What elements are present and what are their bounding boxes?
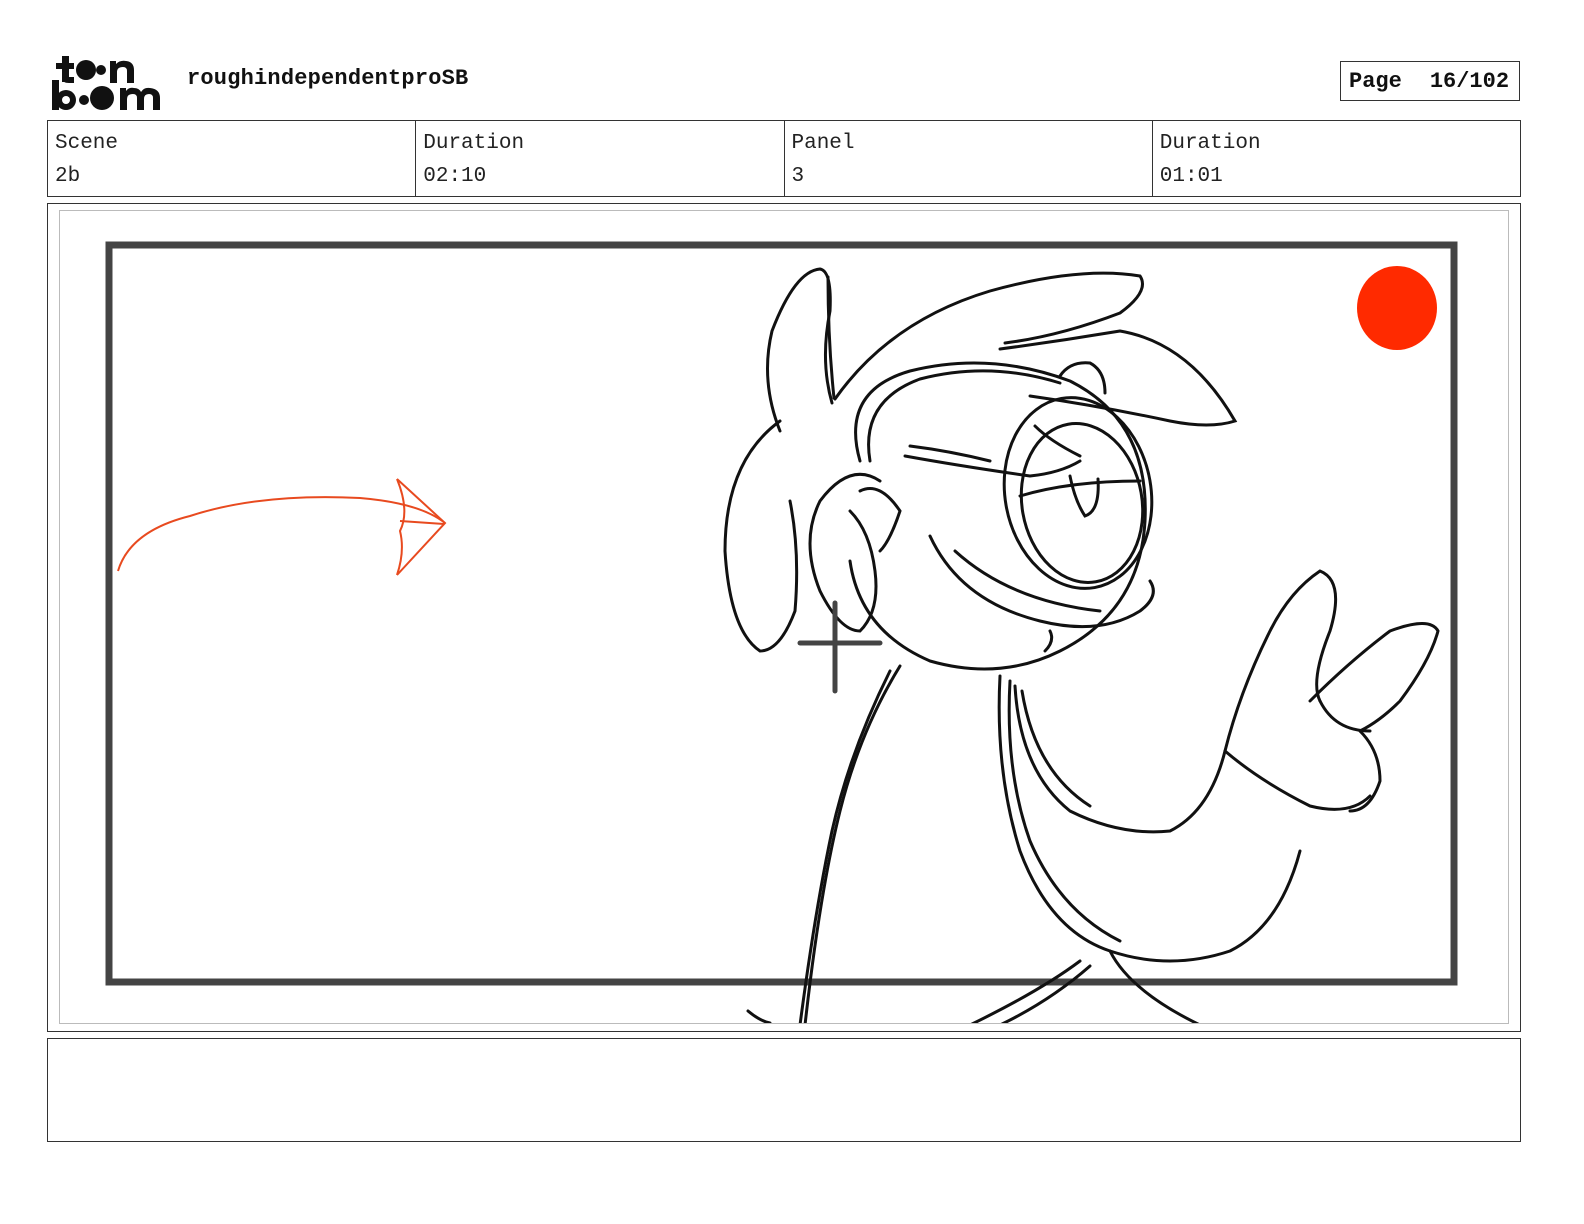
panel-duration-label: Duration: [1159, 132, 1261, 155]
scene-duration-value: 02:10: [423, 165, 487, 188]
project-title: roughindependentproSB: [187, 66, 469, 91]
scene-duration-cell: Duration 02:10: [416, 121, 785, 196]
page-number: 16/102: [1429, 68, 1510, 94]
panel-duration-cell: Duration 01:01: [1153, 121, 1520, 196]
red-marker-dot: [1357, 266, 1437, 350]
panel-image-area: [59, 210, 1509, 1024]
page-label: Page: [1349, 68, 1402, 94]
scene-duration-label: Duration: [423, 132, 525, 155]
panel-drawing: [105, 241, 1458, 1023]
storyboard-panel: [47, 203, 1521, 1032]
panel-duration-value: 01:01: [1159, 165, 1223, 188]
scene-label: Scene: [55, 132, 119, 155]
camera-frame: [105, 241, 1458, 986]
scene-value: 2b: [55, 165, 81, 188]
character-sketch: [723, 267, 1440, 1023]
panel-value: 3: [791, 165, 805, 188]
toon-boom-logo: [52, 52, 164, 112]
panel-notes-box[interactable]: [47, 1038, 1521, 1142]
panel-cell: Panel 3: [785, 121, 1153, 196]
camera-move-arrow: [117, 478, 447, 576]
panel-label: Panel: [791, 132, 855, 155]
page-indicator: Page 16/102: [1340, 61, 1520, 101]
panel-info-table: Scene 2b Duration 02:10 Panel 3 Duration…: [47, 120, 1521, 197]
scene-cell: Scene 2b: [48, 121, 417, 196]
